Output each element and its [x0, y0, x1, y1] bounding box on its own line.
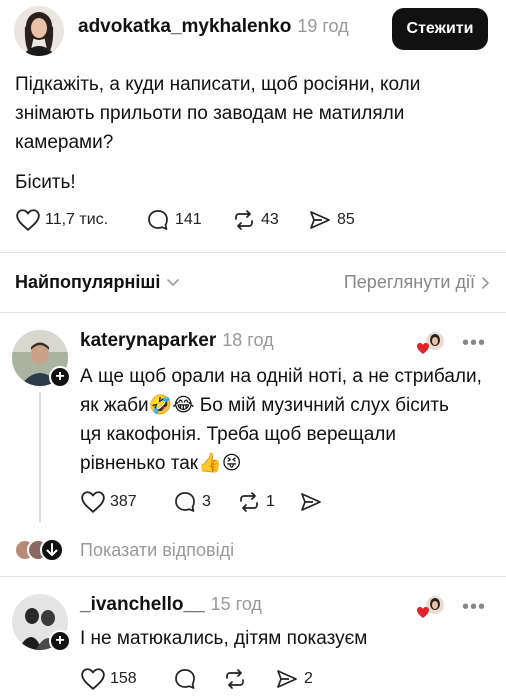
author-liked-icon — [417, 596, 444, 618]
heart-icon — [81, 491, 105, 513]
post-text-line: Підкажіть, а куди написати, щоб росіяни,… — [15, 74, 421, 95]
replier-avatars-stack — [14, 538, 64, 562]
sort-label: Найпопулярніші — [15, 272, 161, 292]
reply-text-line: ця какофонія. Треба щоб верещали — [80, 424, 396, 445]
chevron-right-icon — [482, 276, 490, 289]
post-actions: 11,7 тис. 141 43 85 — [15, 208, 415, 232]
divider — [0, 576, 506, 577]
repost-count: 1 — [266, 493, 275, 510]
author-photo — [14, 6, 64, 56]
comment-icon — [175, 669, 195, 689]
send-icon — [277, 670, 297, 688]
repost-button[interactable]: 1 — [236, 490, 298, 514]
comment-count: 3 — [202, 493, 211, 510]
show-replies-link[interactable]: Показати відповіді — [80, 540, 234, 561]
reply-body: І не матюкались, дітям показуєм — [80, 624, 500, 653]
repost-icon — [235, 210, 253, 230]
like-button[interactable]: 158 — [80, 667, 172, 691]
replier-avatars[interactable] — [14, 538, 68, 562]
share-count: 85 — [337, 211, 355, 228]
chevron-down-icon — [167, 278, 180, 286]
repost-count: 43 — [261, 211, 279, 228]
comment-button[interactable] — [172, 667, 222, 691]
thread-line — [39, 392, 41, 522]
post-text-line: камерами? — [15, 132, 114, 153]
comment-button[interactable]: 141 — [145, 208, 231, 232]
author-liked-icon — [417, 332, 444, 354]
reply-text-line: А ще щоб орали на одній ноті, а не стриб… — [80, 366, 482, 387]
reply-text-line: як жаби🤣😂 Бо мій музичний слух бісить — [80, 395, 449, 416]
share-button[interactable]: 85 — [307, 208, 377, 232]
follow-plus-badge[interactable]: + — [49, 630, 71, 652]
post-body: Підкажіть, а куди написати, щоб росіяни,… — [15, 70, 495, 197]
comment-icon — [175, 492, 195, 512]
send-icon — [301, 493, 321, 511]
post-text-line: Бісить! — [15, 172, 76, 193]
like-count: 11,7 тис. — [45, 211, 109, 228]
heart-icon — [16, 209, 40, 231]
repost-icon — [240, 492, 258, 512]
more-options-button[interactable]: ••• — [462, 332, 486, 355]
like-count: 158 — [110, 670, 137, 687]
author-liked-indicator — [416, 330, 446, 356]
follow-button[interactable]: Стежити — [392, 8, 488, 50]
like-button[interactable]: 387 — [80, 490, 172, 514]
share-button[interactable]: 2 — [274, 667, 334, 691]
reply-body: А ще щоб орали на одній ноті, а не стриб… — [80, 362, 500, 478]
repost-button[interactable]: 43 — [231, 208, 307, 232]
author-liked-indicator — [416, 594, 446, 620]
reply-text-line: рівненько так👍😝 — [80, 453, 242, 474]
share-count: 2 — [304, 670, 313, 687]
reply-text-line: І не матюкались, дітям показуєм — [80, 628, 368, 649]
comment-button[interactable]: 3 — [172, 490, 236, 514]
post-author-name[interactable]: advokatka_mykhalenko — [78, 16, 291, 37]
like-count: 387 — [110, 493, 137, 510]
divider — [0, 252, 506, 253]
post-time: 19 год — [297, 16, 349, 36]
view-activity-label: Переглянути дії — [343, 272, 475, 292]
repost-icon — [226, 669, 244, 689]
sort-row: Найпопулярніші Переглянути дії — [15, 272, 491, 293]
share-button[interactable] — [298, 490, 328, 514]
comment-count: 141 — [175, 211, 202, 228]
more-options-button[interactable]: ••• — [462, 596, 486, 619]
reply-time: 15 год — [210, 594, 262, 614]
send-icon — [310, 211, 330, 229]
author-avatar[interactable] — [14, 6, 64, 56]
repost-button[interactable] — [222, 667, 274, 691]
divider — [0, 312, 506, 313]
reply-time: 18 год — [222, 330, 274, 350]
heart-icon — [81, 668, 105, 690]
reply-actions: 387 3 1 — [80, 490, 380, 514]
comment-icon — [148, 210, 168, 230]
sort-dropdown[interactable]: Найпопулярніші — [15, 272, 180, 293]
reply-actions: 158 2 — [80, 667, 380, 691]
view-activity-link[interactable]: Переглянути дії — [344, 272, 491, 293]
post-text-line: знімають прильоти по заводам не матиляли — [15, 103, 405, 124]
reply-author-name[interactable]: katerynaparker — [80, 330, 216, 351]
follow-plus-badge[interactable]: + — [49, 366, 71, 388]
like-button[interactable]: 11,7 тис. — [15, 208, 145, 232]
reply-author-name[interactable]: _ivanchello__ — [80, 594, 205, 615]
